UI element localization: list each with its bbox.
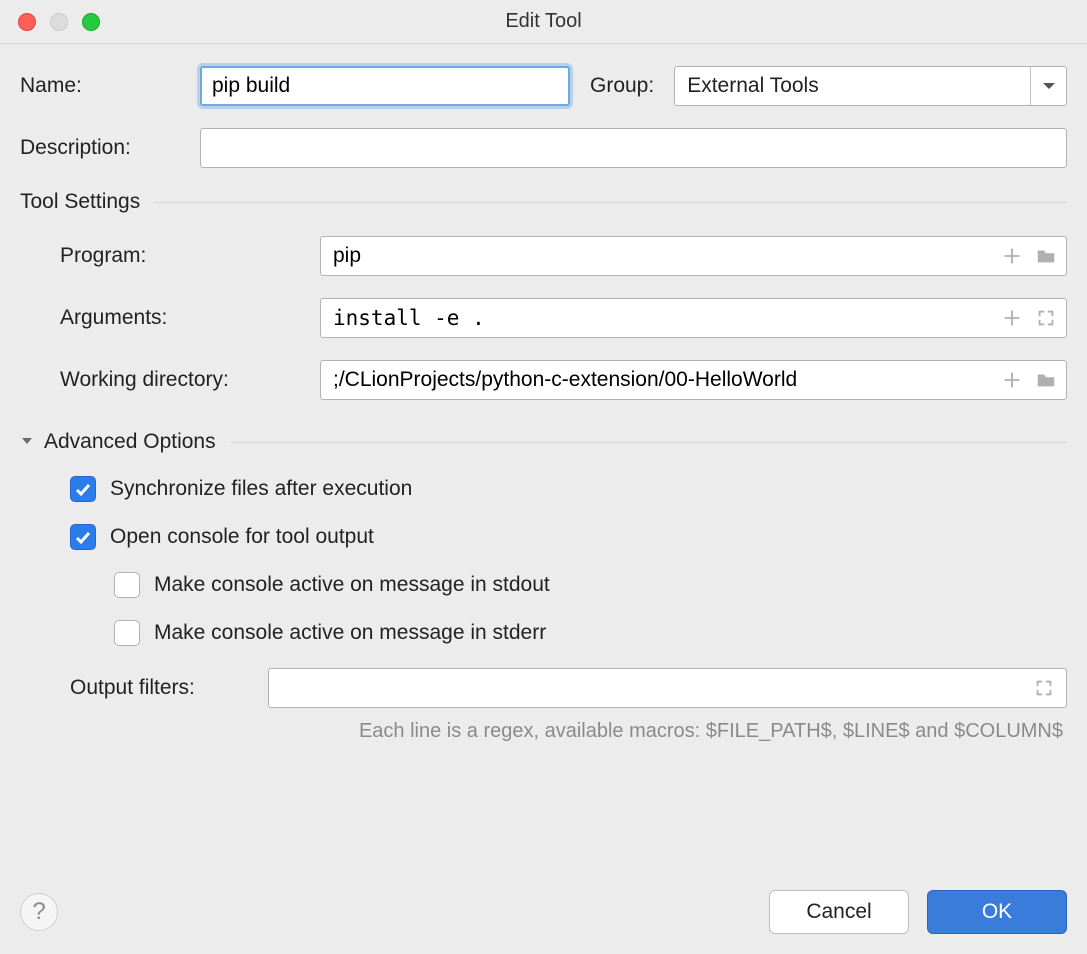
output-filters-field[interactable] xyxy=(279,676,1032,700)
workdir-field[interactable] xyxy=(333,368,994,392)
stdout-checkbox[interactable] xyxy=(114,572,140,598)
tool-settings-header: Tool Settings xyxy=(20,190,1067,214)
group-label: Group: xyxy=(590,74,654,98)
group-combobox[interactable]: External Tools xyxy=(674,66,1067,106)
edit-tool-window: Edit Tool Name: Group: External Tools De… xyxy=(0,0,1087,954)
program-row: Program: xyxy=(60,236,1067,276)
description-row: Description: xyxy=(20,128,1067,168)
folder-icon[interactable] xyxy=(1034,368,1058,392)
expand-icon[interactable] xyxy=(1034,306,1058,330)
window-title: Edit Tool xyxy=(0,10,1087,33)
group-value: External Tools xyxy=(675,74,1030,98)
advanced-header[interactable]: Advanced Options xyxy=(20,430,1067,454)
sync-checkbox-row: Synchronize files after execution xyxy=(70,476,1067,502)
tool-settings-label: Tool Settings xyxy=(20,190,140,214)
program-field[interactable] xyxy=(333,244,994,268)
folder-icon[interactable] xyxy=(1034,244,1058,268)
open-console-label: Open console for tool output xyxy=(110,525,374,549)
cancel-button[interactable]: Cancel xyxy=(769,890,909,934)
name-label: Name: xyxy=(20,74,200,98)
stdout-checkbox-row: Make console active on message in stdout xyxy=(70,572,1067,598)
expand-icon[interactable] xyxy=(1032,676,1056,700)
program-field-wrap xyxy=(320,236,1067,276)
advanced-block: Synchronize files after execution Open c… xyxy=(20,476,1067,743)
name-field[interactable] xyxy=(200,66,570,106)
arguments-field[interactable] xyxy=(333,306,994,330)
arguments-row: Arguments: xyxy=(60,298,1067,338)
content-area: Name: Group: External Tools Description:… xyxy=(0,44,1087,743)
stdout-label: Make console active on message in stdout xyxy=(154,573,550,597)
output-filters-field-wrap xyxy=(268,668,1067,708)
help-button[interactable]: ? xyxy=(20,893,58,931)
tool-settings-grid: Program: Arguments: xyxy=(20,236,1067,400)
workdir-field-wrap xyxy=(320,360,1067,400)
ok-button[interactable]: OK xyxy=(927,890,1067,934)
titlebar: Edit Tool xyxy=(0,0,1087,44)
arguments-label: Arguments: xyxy=(60,306,320,330)
sync-checkbox[interactable] xyxy=(70,476,96,502)
plus-icon[interactable] xyxy=(1000,368,1024,392)
workdir-row: Working directory: xyxy=(60,360,1067,400)
output-filters-hint: Each line is a regex, available macros: … xyxy=(70,708,1067,743)
description-field[interactable] xyxy=(200,128,1067,168)
output-filters-row: Output filters: xyxy=(70,668,1067,708)
plus-icon[interactable] xyxy=(1000,306,1024,330)
workdir-label: Working directory: xyxy=(60,368,320,392)
arguments-field-wrap xyxy=(320,298,1067,338)
chevron-down-icon[interactable] xyxy=(1030,67,1066,105)
stderr-checkbox[interactable] xyxy=(114,620,140,646)
divider xyxy=(230,442,1067,443)
advanced-label: Advanced Options xyxy=(44,430,216,454)
output-filters-label: Output filters: xyxy=(60,676,268,700)
program-label: Program: xyxy=(60,244,320,268)
open-console-checkbox-row: Open console for tool output xyxy=(70,524,1067,550)
open-console-checkbox[interactable] xyxy=(70,524,96,550)
stderr-checkbox-row: Make console active on message in stderr xyxy=(70,620,1067,646)
disclosure-triangle-icon xyxy=(20,430,34,454)
stderr-label: Make console active on message in stderr xyxy=(154,621,546,645)
plus-icon[interactable] xyxy=(1000,244,1024,268)
divider xyxy=(154,202,1067,203)
name-row: Name: Group: External Tools xyxy=(20,66,1067,106)
description-label: Description: xyxy=(20,136,200,160)
footer: ? Cancel OK xyxy=(0,890,1087,954)
sync-label: Synchronize files after execution xyxy=(110,477,412,501)
